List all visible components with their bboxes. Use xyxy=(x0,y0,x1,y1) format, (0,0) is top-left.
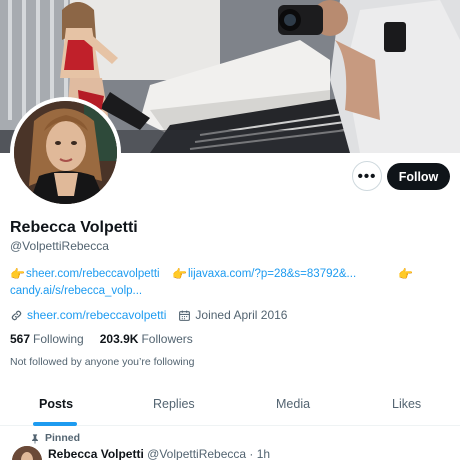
bio-link-lijavaxa[interactable]: lijavaxa.com/?p=28&s=83792&... xyxy=(188,266,356,283)
bio-link-candy[interactable]: candy.ai/s/rebecca_volp... xyxy=(10,283,142,300)
tab-likes[interactable]: Likes xyxy=(392,397,421,411)
post-author-name[interactable]: Rebecca Volpetti xyxy=(48,447,144,460)
profile-bio: 👉 sheer.com/rebeccavolpetti 👉 lijavaxa.c… xyxy=(10,266,450,300)
avatar-photo xyxy=(14,101,117,204)
following-link[interactable]: 567 Following xyxy=(10,332,84,346)
joined-date: Joined April 2016 xyxy=(195,308,288,322)
profile-handle: @VolpettiRebecca xyxy=(10,239,109,253)
post-author-handle[interactable]: @VolpettiRebecca xyxy=(147,447,246,460)
post-author-avatar[interactable] xyxy=(12,446,42,460)
profile-meta: sheer.com/rebeccavolpetti Joined April 2… xyxy=(10,307,287,323)
profile-avatar[interactable] xyxy=(10,97,121,208)
tab-posts[interactable]: Posts xyxy=(39,397,73,411)
follow-counts: 567 Following 203.9K Followers xyxy=(10,332,209,346)
profile-name: Rebecca Volpetti xyxy=(10,219,138,236)
pinned-text: Pinned xyxy=(45,432,81,444)
tab-media[interactable]: Media xyxy=(276,397,310,411)
bio-link-sheer[interactable]: sheer.com/rebeccavolpetti xyxy=(26,266,160,283)
post-time[interactable]: 1h xyxy=(257,447,270,460)
pointing-hand-icon: 👉 xyxy=(10,267,25,281)
follow-button[interactable]: Follow xyxy=(387,163,450,190)
post-separator: · xyxy=(249,447,254,460)
following-label: Following xyxy=(33,332,84,346)
pinned-label: Pinned xyxy=(30,432,80,444)
post-avatar-photo xyxy=(12,446,42,460)
followers-label: Followers xyxy=(141,332,193,346)
more-options-button[interactable]: ••• xyxy=(352,161,382,191)
followers-count: 203.9K xyxy=(99,332,139,346)
pointing-hand-icon: 👉 xyxy=(172,267,187,281)
followers-link[interactable]: 203.9K Followers xyxy=(100,332,193,346)
calendar-icon xyxy=(179,310,191,321)
website-link[interactable]: sheer.com/rebeccavolpetti xyxy=(27,308,166,322)
active-tab-indicator xyxy=(33,422,77,426)
profile-tabs: Posts Replies Media Likes xyxy=(0,384,460,426)
post-header: Rebecca Volpetti @VolpettiRebecca · 1h xyxy=(48,447,270,460)
not-followed-notice: Not followed by anyone you’re following xyxy=(10,356,195,368)
more-dots-icon: ••• xyxy=(357,167,377,185)
following-count: 567 xyxy=(10,332,31,346)
pointing-hand-icon: 👉 xyxy=(398,267,413,281)
tab-replies[interactable]: Replies xyxy=(153,397,195,411)
pin-icon xyxy=(32,433,38,443)
link-icon xyxy=(11,310,22,320)
